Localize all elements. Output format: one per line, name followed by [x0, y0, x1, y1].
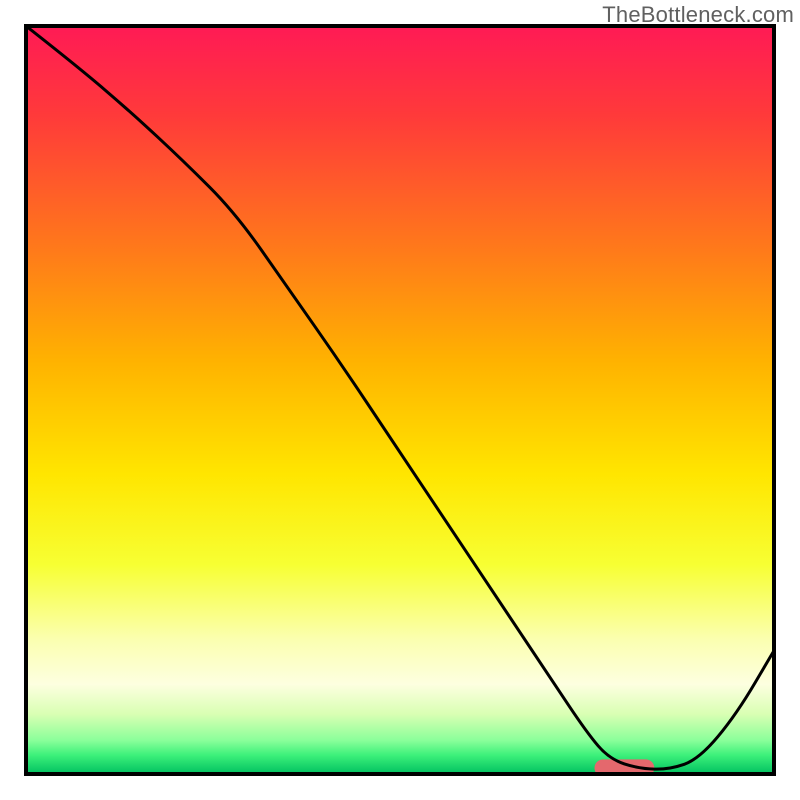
watermark-label: TheBottleneck.com	[602, 2, 794, 28]
gradient-background	[26, 26, 774, 774]
bottleneck-chart	[0, 0, 800, 800]
chart-container: TheBottleneck.com	[0, 0, 800, 800]
